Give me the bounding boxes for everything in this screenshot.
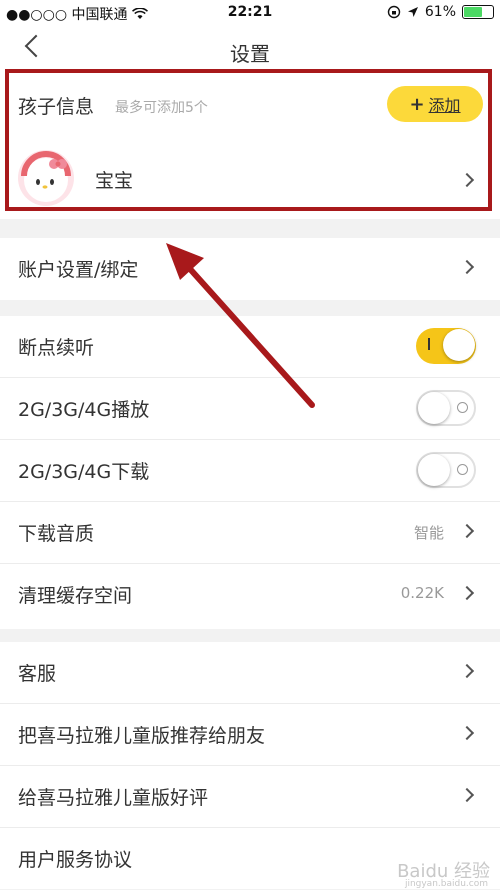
annotation-arrow (166, 243, 315, 408)
watermark-url: jingyan.baidu.com (404, 879, 488, 889)
